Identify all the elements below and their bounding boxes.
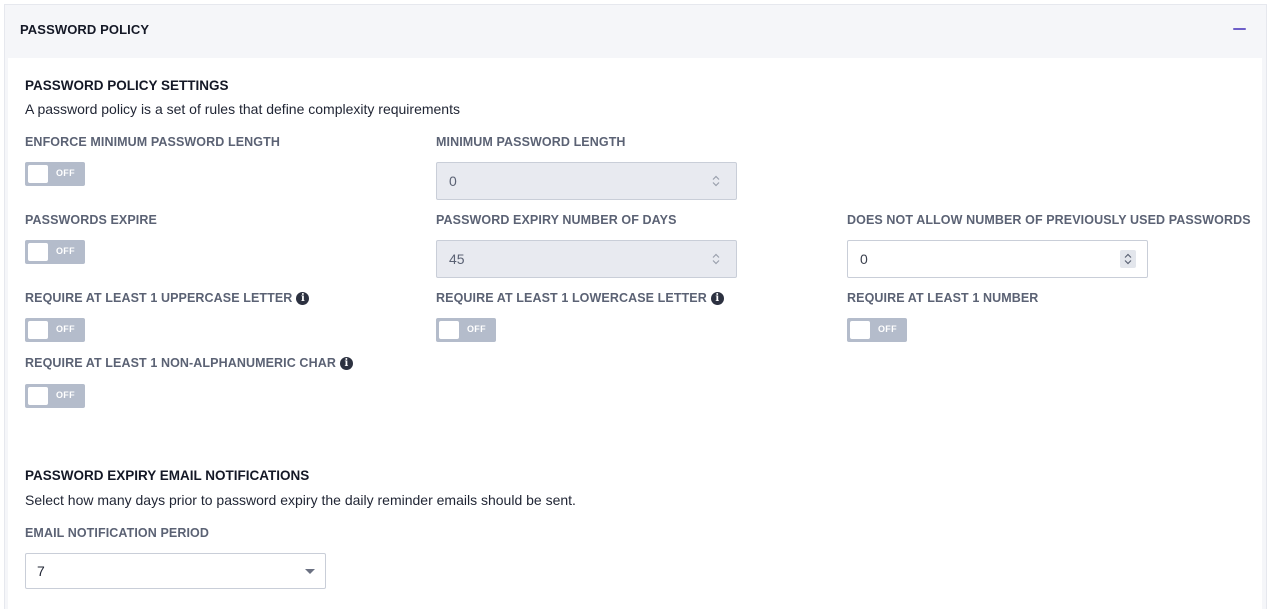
- toggle-state-label: OFF: [56, 390, 75, 400]
- toggle-state-label: OFF: [467, 324, 486, 334]
- toggle-knob: [439, 321, 459, 339]
- toggle-state-label: OFF: [56, 324, 75, 334]
- toggle-knob: [850, 321, 870, 339]
- expiry-days-spinner[interactable]: [708, 250, 724, 268]
- password-history-label: DOES NOT ALLOW NUMBER OF PREVIOUSLY USED…: [847, 213, 1251, 227]
- number-toggle[interactable]: OFF: [847, 318, 907, 342]
- expiry-days-label: PASSWORD EXPIRY NUMBER OF DAYS: [436, 213, 677, 227]
- toggle-state-label: OFF: [56, 246, 75, 256]
- notification-period-value: 7: [37, 563, 45, 579]
- notification-period-label: EMAIL NOTIFICATION PERIOD: [25, 526, 209, 540]
- toggle-knob: [28, 243, 48, 261]
- minus-icon: [1233, 28, 1246, 30]
- notification-period-select[interactable]: 7: [25, 553, 326, 589]
- up-down-chevron-icon: [712, 175, 720, 187]
- enforce-min-length-label: ENFORCE MINIMUM PASSWORD LENGTH: [25, 135, 280, 149]
- up-down-chevron-icon: [1124, 253, 1132, 265]
- min-length-input-wrapper: [436, 162, 737, 200]
- toggle-knob: [28, 387, 48, 405]
- non-alphanumeric-label: REQUIRE AT LEAST 1 NON-ALPHANUMERIC CHAR…: [25, 356, 353, 370]
- lowercase-label: REQUIRE AT LEAST 1 LOWERCASE LETTER i: [436, 291, 724, 305]
- non-alphanumeric-toggle[interactable]: OFF: [25, 384, 85, 408]
- caret-down-icon: [305, 569, 315, 574]
- min-length-label: MINIMUM PASSWORD LENGTH: [436, 135, 626, 149]
- info-icon[interactable]: i: [710, 291, 724, 305]
- toggle-state-label: OFF: [878, 324, 897, 334]
- info-icon[interactable]: i: [296, 291, 310, 305]
- passwords-expire-label: PASSWORDS EXPIRE: [25, 213, 157, 227]
- min-length-spinner[interactable]: [708, 172, 724, 190]
- number-label: REQUIRE AT LEAST 1 NUMBER: [847, 291, 1039, 305]
- uppercase-toggle[interactable]: OFF: [25, 318, 85, 342]
- notifications-section-title: PASSWORD EXPIRY EMAIL NOTIFICATIONS: [25, 468, 310, 483]
- password-history-input[interactable]: [848, 241, 1088, 277]
- toggle-knob: [28, 165, 48, 183]
- panel-title: PASSWORD POLICY: [20, 22, 150, 37]
- panel-header[interactable]: PASSWORD POLICY: [5, 5, 1266, 57]
- password-policy-panel: PASSWORD POLICY PASSWORD POLICY SETTINGS…: [4, 4, 1267, 610]
- min-length-input[interactable]: [437, 163, 677, 199]
- enforce-min-length-toggle[interactable]: OFF: [25, 162, 85, 186]
- settings-section-title: PASSWORD POLICY SETTINGS: [25, 78, 229, 93]
- passwords-expire-toggle[interactable]: OFF: [25, 240, 85, 264]
- up-down-chevron-icon: [712, 253, 720, 265]
- toggle-knob: [28, 321, 48, 339]
- lowercase-toggle[interactable]: OFF: [436, 318, 496, 342]
- settings-section-description: A password policy is a set of rules that…: [25, 101, 460, 117]
- expiry-days-input[interactable]: [437, 241, 677, 277]
- collapse-button[interactable]: [1232, 19, 1248, 39]
- info-icon[interactable]: i: [339, 356, 353, 370]
- panel-body: PASSWORD POLICY SETTINGS A password poli…: [8, 58, 1262, 610]
- uppercase-label: REQUIRE AT LEAST 1 UPPERCASE LETTER i: [25, 291, 310, 305]
- password-history-spinner[interactable]: [1120, 250, 1136, 268]
- password-history-input-wrapper: [847, 240, 1148, 278]
- notifications-section-description: Select how many days prior to password e…: [25, 492, 576, 508]
- toggle-state-label: OFF: [56, 168, 75, 178]
- expiry-days-input-wrapper: [436, 240, 737, 278]
